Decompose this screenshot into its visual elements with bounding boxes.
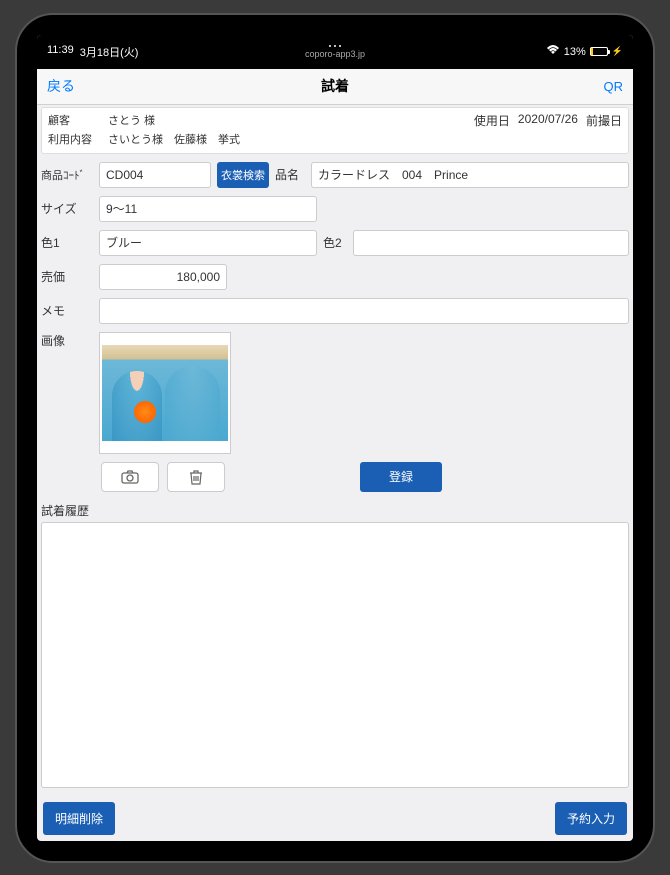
price-label: 売価: [41, 268, 93, 285]
qr-button[interactable]: QR: [604, 79, 624, 94]
screen: 11:39 3月18日(火) coporo-app3.jp 13% ⚡ 戻る 試…: [37, 35, 633, 841]
color1-input[interactable]: [99, 230, 317, 256]
battery-percent: 13%: [564, 46, 586, 58]
size-input[interactable]: [99, 196, 317, 222]
charging-icon: ⚡: [612, 46, 623, 57]
camera-button[interactable]: [101, 462, 159, 492]
multitask-dots: [329, 45, 341, 47]
tablet-frame: 11:39 3月18日(火) coporo-app3.jp 13% ⚡ 戻る 試…: [15, 13, 655, 863]
status-time: 11:39: [47, 44, 74, 60]
status-date: 3月18日(火): [80, 44, 139, 60]
delete-detail-button[interactable]: 明細削除: [43, 802, 115, 835]
wifi-icon: [546, 45, 560, 58]
use-date-value: 2020/07/26: [518, 112, 578, 129]
back-button[interactable]: 戻る: [47, 76, 75, 96]
status-bar: 11:39 3月18日(火) coporo-app3.jp 13% ⚡: [37, 35, 633, 69]
dress-image: [102, 345, 228, 441]
page-title: 試着: [321, 76, 349, 96]
usage-label: 利用内容: [48, 131, 98, 147]
name-input[interactable]: [311, 162, 629, 188]
size-label: サイズ: [41, 200, 93, 217]
history-box[interactable]: [41, 522, 629, 788]
costume-search-button[interactable]: 衣裳検索: [217, 162, 269, 188]
name-label: 品名: [275, 166, 305, 183]
customer-label: 顧客: [48, 112, 98, 129]
history-label: 試着履歴: [41, 502, 629, 519]
reservation-button[interactable]: 予約入力: [555, 802, 627, 835]
memo-label: メモ: [41, 302, 93, 319]
delete-image-button[interactable]: [167, 462, 225, 492]
color2-label: 色2: [323, 234, 347, 251]
image-preview[interactable]: [99, 332, 231, 454]
color2-input[interactable]: [353, 230, 629, 256]
memo-input[interactable]: [99, 298, 629, 324]
price-input[interactable]: [99, 264, 227, 290]
prev-date-label: 前撮日: [586, 112, 622, 129]
customer-name: さとう 様: [108, 112, 155, 129]
register-button[interactable]: 登録: [360, 462, 442, 492]
battery-icon: [590, 47, 608, 56]
code-label: 商品ｺｰﾄﾞ: [41, 167, 93, 183]
usage-value: さいとう様 佐藤様 挙式: [108, 131, 240, 147]
content: 顧客 さとう 様 使用日 2020/07/26 前撮日 利用内容 さいとう様 佐…: [37, 105, 633, 841]
nav-bar: 戻る 試着 QR: [37, 69, 633, 105]
image-label: 画像: [41, 332, 93, 349]
use-date-label: 使用日: [474, 112, 510, 129]
code-input[interactable]: [99, 162, 211, 188]
customer-info: 顧客 さとう 様 使用日 2020/07/26 前撮日 利用内容 さいとう様 佐…: [41, 107, 629, 154]
color1-label: 色1: [41, 234, 93, 251]
status-url: coporo-app3.jp: [305, 49, 365, 59]
